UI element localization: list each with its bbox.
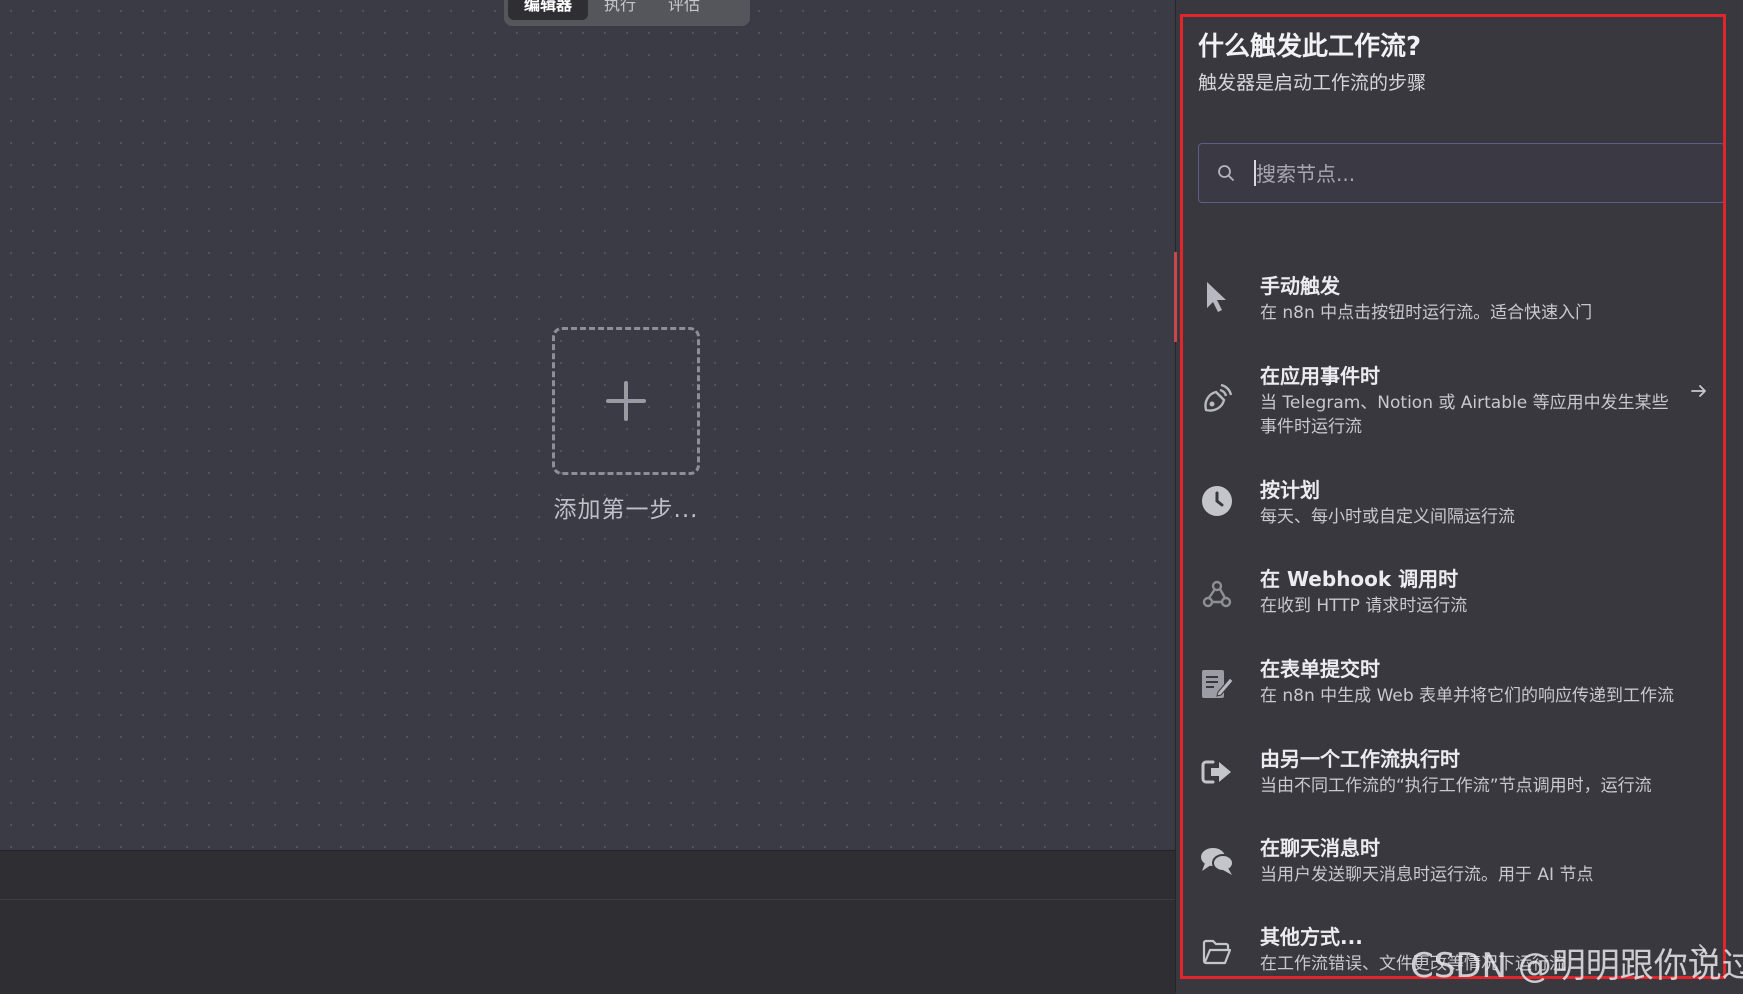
trigger-item-app-event[interactable]: 在应用事件时 当 Telegram、Notion 或 Airtable 等应用中… — [1198, 360, 1708, 440]
trigger-item-desc: 当用户发送聊天消息时运行流。用于 AI 节点 — [1260, 865, 1594, 885]
trigger-item-desc: 在工作流错误、文件更改等情况下运行流 — [1260, 954, 1566, 974]
trigger-item-name: 在聊天消息时 — [1260, 836, 1380, 860]
form-icon — [1198, 665, 1236, 703]
divider — [0, 899, 1175, 900]
chat-icon — [1198, 842, 1236, 880]
trigger-item-desc: 在收到 HTTP 请求时运行流 — [1260, 596, 1468, 616]
trigger-item-form[interactable]: 在表单提交时 在 n8n 中生成 Web 表单并将它们的响应传递到工作流 — [1198, 653, 1708, 713]
clock-icon — [1198, 482, 1236, 520]
trigger-item-desc: 在 n8n 中点击按钮时运行流。适合快速入门 — [1260, 303, 1593, 323]
search-input[interactable] — [1254, 144, 1698, 204]
search-box[interactable] — [1198, 143, 1725, 204]
add-first-step-button[interactable] — [552, 327, 700, 475]
plus-icon — [606, 381, 646, 421]
text-caret — [1254, 160, 1256, 186]
add-first-step-label: 添加第一步... — [553, 497, 699, 523]
trigger-item-name: 手动触发 — [1260, 274, 1340, 298]
trigger-item-chat[interactable]: 在聊天消息时 当用户发送聊天消息时运行流。用于 AI 节点 — [1198, 832, 1708, 892]
tab-evaluations[interactable]: 评估 — [652, 0, 716, 20]
trigger-item-name: 在表单提交时 — [1260, 657, 1380, 681]
cursor-icon — [1198, 278, 1236, 316]
trigger-item-desc: 在 n8n 中生成 Web 表单并将它们的响应传递到工作流 — [1260, 686, 1675, 706]
view-tabs: 编辑器 执行 评估 — [504, 0, 750, 26]
trigger-item-desc: 当由不同工作流的“执行工作流”节点调用时，运行流 — [1260, 776, 1652, 796]
satellite-icon — [1198, 380, 1236, 418]
trigger-item-name: 由另一个工作流执行时 — [1260, 747, 1460, 771]
panel-subtitle: 触发器是启动工作流的步骤 — [1198, 72, 1427, 94]
trigger-item-sub-workflow[interactable]: 由另一个工作流执行时 当由不同工作流的“执行工作流”节点调用时，运行流 — [1198, 743, 1708, 803]
tab-editor[interactable]: 编辑器 — [508, 0, 589, 20]
webhook-icon — [1198, 575, 1236, 613]
folder-icon — [1198, 933, 1236, 971]
trigger-item-desc: 当 Telegram、Notion 或 Airtable 等应用中发生某些事件时… — [1260, 393, 1669, 437]
panel-title: 什么触发此工作流? — [1198, 32, 1422, 62]
arrow-right-icon — [1691, 944, 1706, 956]
trigger-item-name: 在 Webhook 调用时 — [1260, 567, 1459, 591]
trigger-item-schedule[interactable]: 按计划 每天、每小时或自定义间隔运行流 — [1198, 474, 1708, 534]
tab-executions[interactable]: 执行 — [588, 0, 652, 20]
trigger-item-name: 按计划 — [1260, 478, 1320, 502]
arrow-right-icon — [1691, 385, 1706, 397]
search-icon — [1218, 165, 1234, 181]
panel-resize-handle[interactable] — [1174, 252, 1177, 342]
trigger-item-manual[interactable]: 手动触发 在 n8n 中点击按钮时运行流。适合快速入门 — [1198, 270, 1708, 330]
trigger-item-webhook[interactable]: 在 Webhook 调用时 在收到 HTTP 请求时运行流 — [1198, 563, 1708, 623]
sign-in-icon — [1198, 753, 1236, 791]
canvas-bottom-bar — [0, 850, 1175, 994]
trigger-item-name: 在应用事件时 — [1260, 364, 1380, 388]
trigger-item-desc: 每天、每小时或自定义间隔运行流 — [1260, 507, 1515, 527]
trigger-item-other[interactable]: 其他方式... 在工作流错误、文件更改等情况下运行流 — [1198, 921, 1708, 981]
trigger-item-name: 其他方式... — [1260, 925, 1363, 949]
